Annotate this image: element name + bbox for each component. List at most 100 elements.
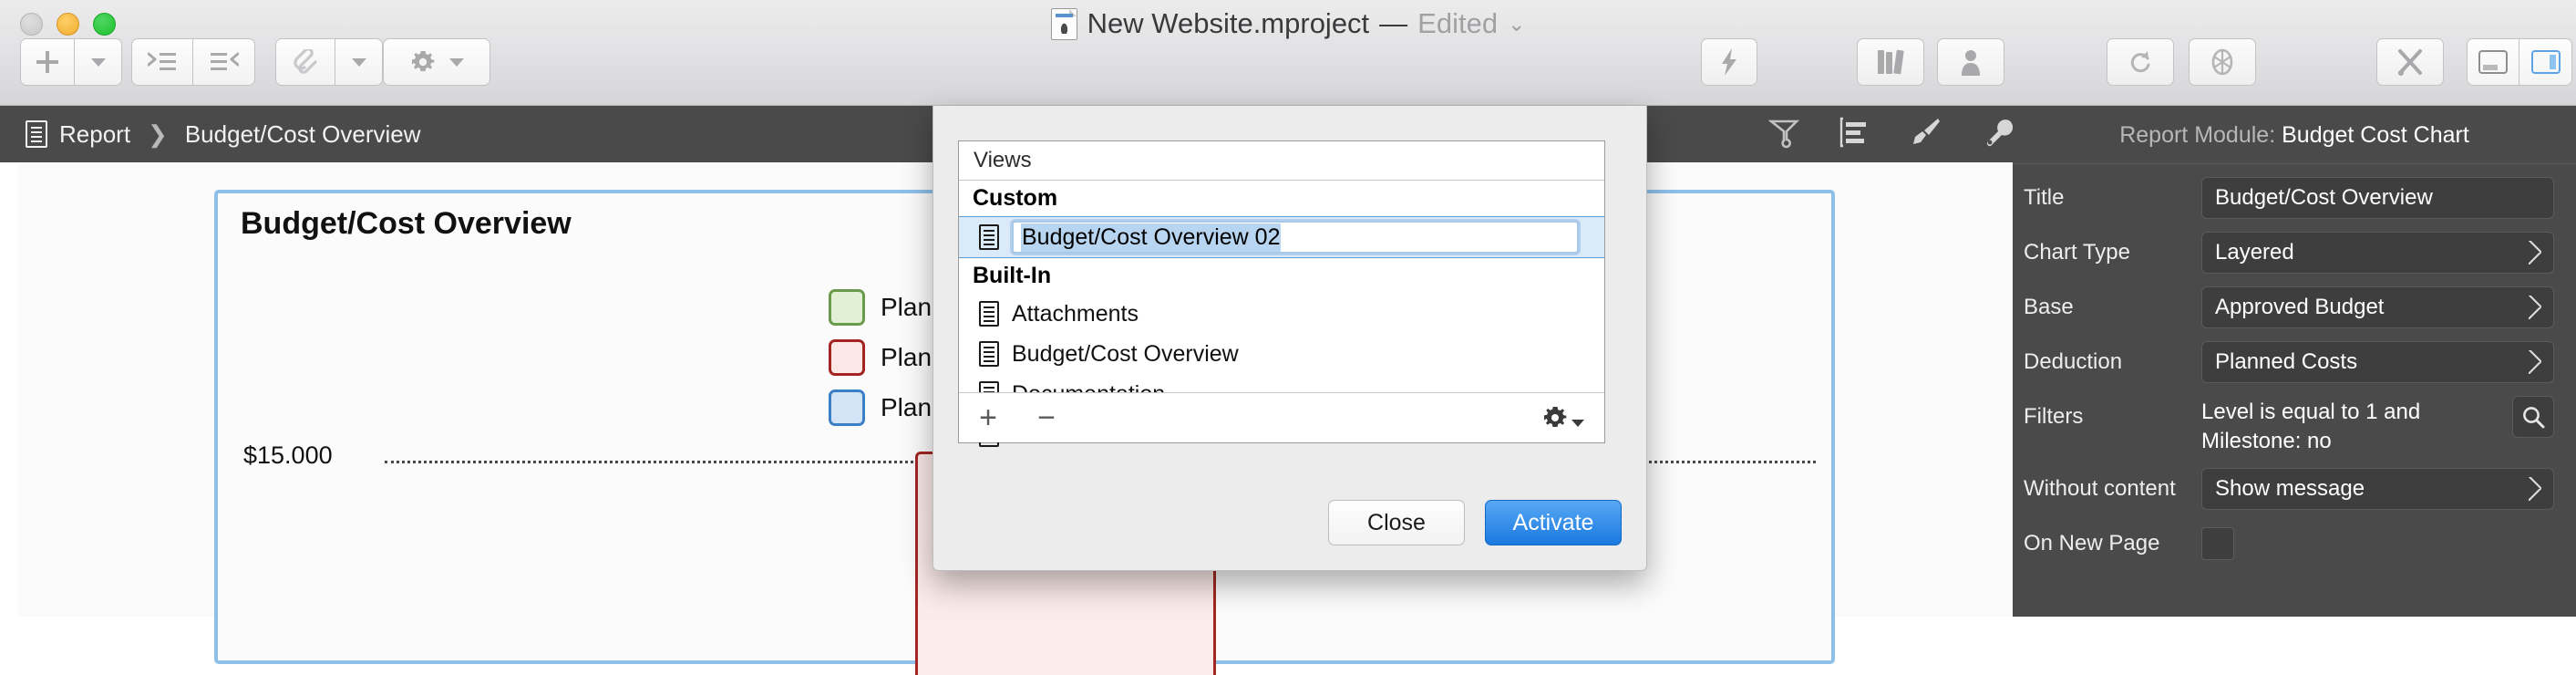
inspector-title: Report Module: Budget Cost Chart [2013, 106, 2576, 164]
title-input[interactable]: Budget/Cost Overview [2201, 177, 2554, 219]
inspector-fields: Title Budget/Cost Overview Chart Type La… [2013, 164, 2576, 563]
view-full-button[interactable] [2467, 38, 2519, 86]
title-chevron-down-icon[interactable]: ⌄ [1508, 12, 1525, 36]
inspector-module-name: Budget Cost Chart [2282, 122, 2469, 148]
paperclip-icon [293, 49, 318, 75]
field-deduction: Deduction Planned Costs [2024, 341, 2554, 383]
field-label: Deduction [2024, 341, 2201, 375]
filters-search-button[interactable] [2512, 396, 2554, 438]
field-value: Show message [2215, 476, 2365, 502]
view-file-icon [979, 341, 999, 367]
breadcrumb-item-report[interactable]: Report [59, 120, 130, 149]
toolbar-library-group [1857, 38, 2004, 86]
list-item-custom-view[interactable]: Budget/Cost Overview 02 [959, 216, 1604, 258]
field-value: Layered [2215, 240, 2294, 265]
toolbar-layout-group [2467, 38, 2572, 86]
tools-button[interactable] [2376, 38, 2444, 86]
tools-icon [2396, 48, 2424, 76]
add-dropdown[interactable] [75, 38, 122, 86]
wrench-icon [1982, 117, 2013, 148]
rename-input[interactable]: Budget/Cost Overview 02 [1012, 221, 1579, 254]
edited-status: Edited [1417, 7, 1498, 40]
filters-value: Level is equal to 1 and Milestone: no [2201, 396, 2503, 455]
filter-button[interactable] [1768, 116, 1799, 153]
on-new-page-checkbox[interactable] [2201, 527, 2234, 560]
chart-type-select[interactable]: Layered [2201, 232, 2554, 274]
deduction-select[interactable]: Planned Costs [2201, 341, 2554, 383]
toolbar-settings-group [383, 38, 490, 86]
globe-button[interactable] [2189, 38, 2256, 86]
field-label: On New Page [2024, 523, 2201, 556]
sync-button[interactable] [2107, 38, 2174, 86]
field-value: Approved Budget [2215, 295, 2384, 320]
app-window: New Website.mproject — Edited ⌄ [0, 0, 2576, 617]
list-item-budget-cost-overview[interactable]: Budget/Cost Overview [959, 334, 1604, 374]
field-label: Without content [2024, 468, 2201, 502]
document-title: New Website.mproject — Edited ⌄ [0, 7, 2576, 40]
toolbar-attachment-group [275, 38, 383, 86]
list-item-label: Budget/Cost Overview [1012, 341, 1239, 368]
settings-button[interactable] [383, 38, 490, 86]
breadcrumb-item-budget-cost-overview[interactable]: Budget/Cost Overview [185, 120, 421, 149]
without-content-select[interactable]: Show message [2201, 468, 2554, 510]
attachment-button[interactable] [275, 38, 335, 86]
outline-button[interactable] [1839, 117, 1870, 152]
style-button[interactable] [1911, 117, 1942, 152]
paintbrush-icon [1911, 117, 1942, 148]
legend-swatch [829, 339, 865, 376]
library-button[interactable] [1857, 38, 1924, 86]
base-select[interactable]: Approved Budget [2201, 286, 2554, 328]
funnel-icon [1768, 116, 1799, 149]
title-bar: New Website.mproject — Edited ⌄ [0, 0, 2576, 106]
report-page-icon [26, 120, 47, 148]
bar-list-icon [1839, 117, 1870, 148]
flash-button[interactable] [1701, 38, 1757, 86]
breadcrumb-separator-icon: ❯ [148, 120, 168, 149]
field-value: Budget/Cost Overview [2215, 185, 2433, 211]
chart-title: Budget/Cost Overview [241, 206, 572, 242]
resources-button[interactable] [1937, 38, 2004, 86]
field-on-new-page: On New Page [2024, 523, 2554, 563]
group-header-custom: Custom [959, 181, 1604, 216]
configure-button[interactable] [1982, 117, 2013, 152]
toolbar-sync-group [2107, 38, 2256, 86]
indent-right-icon [148, 50, 177, 74]
field-base: Base Approved Budget [2024, 286, 2554, 328]
indent-left-icon [210, 50, 239, 74]
attachment-dropdown[interactable] [335, 38, 383, 86]
chevron-down-icon [91, 58, 106, 67]
layout-inspector-icon [2531, 50, 2561, 74]
field-label: Filters [2024, 396, 2201, 430]
indent-button[interactable] [131, 38, 193, 86]
title-dash: — [1379, 7, 1407, 40]
chevron-down-icon [449, 58, 464, 67]
views-actions-button[interactable] [1541, 404, 1584, 431]
views-list-footer: + − [959, 392, 1604, 442]
add-view-button[interactable]: + [959, 402, 1017, 433]
dialog-buttons: Close Activate [1328, 500, 1622, 545]
search-icon [2521, 405, 2545, 429]
field-label: Chart Type [2024, 232, 2201, 265]
views-dialog: Views Custom Budget/Cost Overview 02 Bui… [933, 106, 1647, 571]
close-button[interactable]: Close [1328, 500, 1465, 545]
add-button[interactable] [20, 38, 75, 86]
document-icon [1051, 8, 1077, 40]
activate-button[interactable]: Activate [1485, 500, 1622, 545]
chevron-down-icon [1571, 420, 1584, 427]
field-value: Planned Costs [2215, 349, 2357, 375]
view-inspector-button[interactable] [2519, 38, 2572, 86]
toolbar-indent-group [131, 38, 255, 86]
outdent-button[interactable] [193, 38, 255, 86]
remove-view-button[interactable]: − [1017, 402, 1076, 433]
gear-icon [1541, 404, 1569, 431]
field-label: Base [2024, 286, 2201, 320]
legend-swatch [829, 389, 865, 426]
list-item-label: Attachments [1012, 301, 1139, 327]
group-header-built-in: Built-In [959, 258, 1604, 294]
list-item-attachments[interactable]: Attachments [959, 294, 1604, 334]
inspector-panel: Report Module: Budget Cost Chart Title B… [2013, 106, 2576, 617]
field-filters: Filters Level is equal to 1 and Mileston… [2024, 396, 2554, 455]
chevron-down-icon [352, 58, 366, 67]
person-icon [1959, 48, 1983, 76]
books-icon [1875, 48, 1906, 76]
